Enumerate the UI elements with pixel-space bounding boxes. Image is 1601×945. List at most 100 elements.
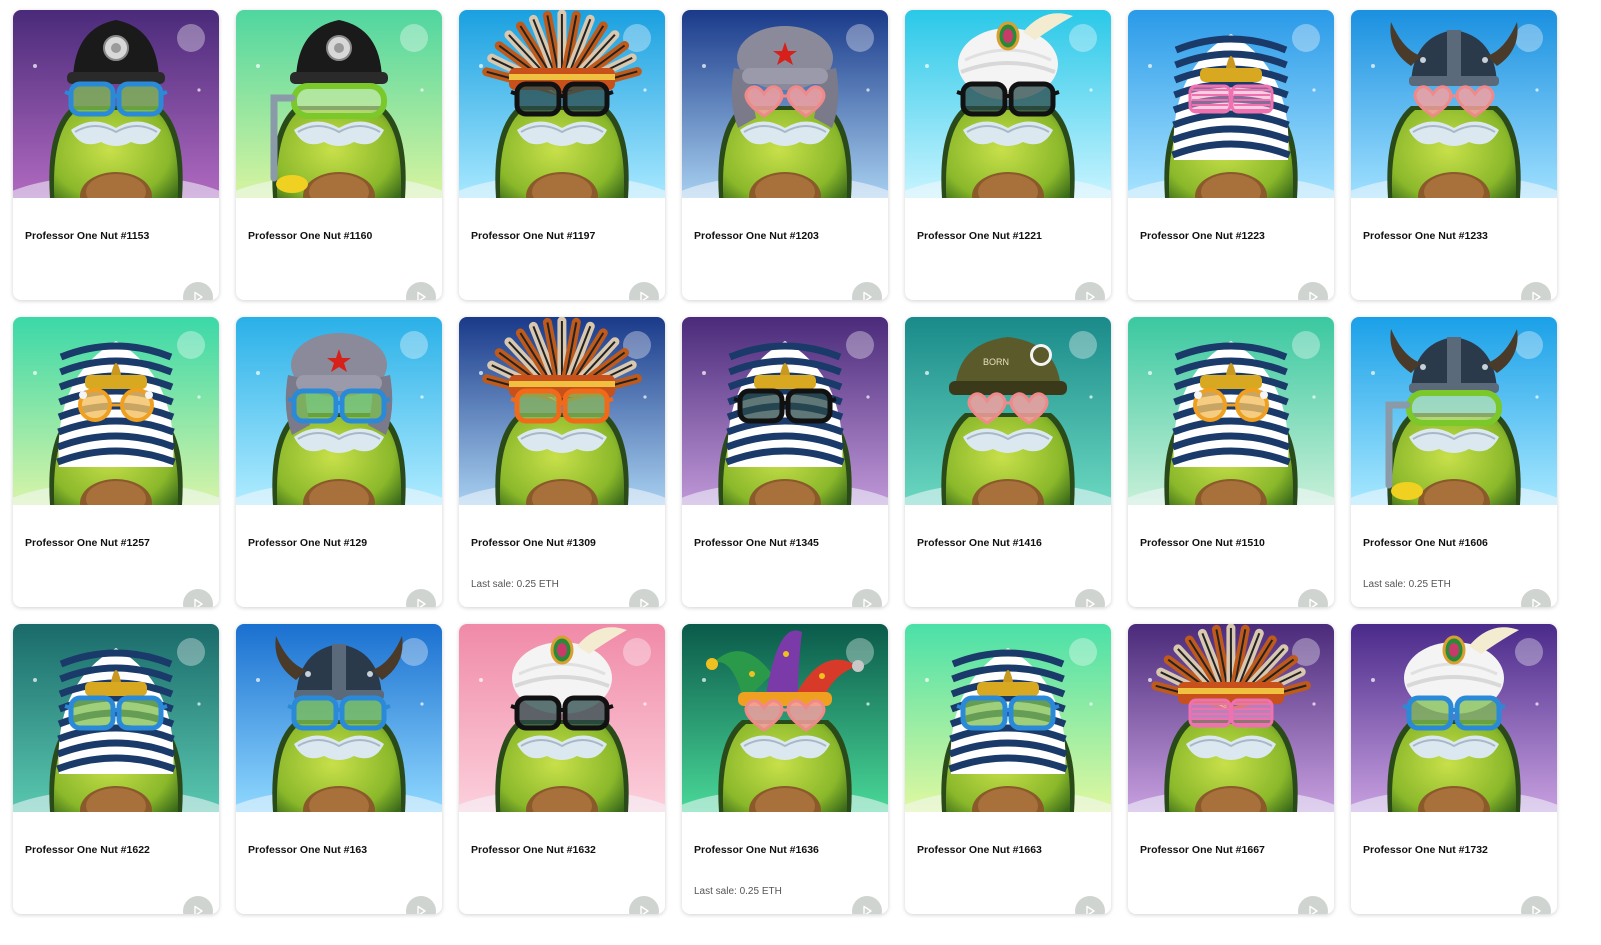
- nft-title[interactable]: Professor One Nut #1309: [471, 537, 596, 549]
- nft-title[interactable]: Professor One Nut #1203: [694, 230, 819, 242]
- nft-title[interactable]: Professor One Nut #1345: [694, 537, 819, 549]
- nft-image[interactable]: [236, 624, 442, 812]
- nft-card[interactable]: Professor One Nut #1636 Last sale: 0.25 E…: [682, 624, 888, 914]
- nft-image[interactable]: [13, 10, 219, 198]
- nft-card[interactable]: Professor One Nut #1632: [459, 624, 665, 914]
- play-button[interactable]: [406, 589, 436, 607]
- nft-title[interactable]: Professor One Nut #1622: [25, 844, 150, 856]
- nft-card[interactable]: Professor One Nut #129: [236, 317, 442, 607]
- play-button[interactable]: [183, 589, 213, 607]
- play-button[interactable]: [1075, 589, 1105, 607]
- play-button[interactable]: [852, 896, 882, 914]
- nft-card[interactable]: Professor One Nut #1667: [1128, 624, 1334, 914]
- nft-title[interactable]: Professor One Nut #1667: [1140, 844, 1265, 856]
- nft-card[interactable]: Professor One Nut #1160: [236, 10, 442, 300]
- play-icon: [640, 905, 649, 914]
- nft-image[interactable]: [1128, 10, 1334, 198]
- nft-image[interactable]: [1351, 624, 1557, 812]
- nft-card[interactable]: Professor One Nut #1197: [459, 10, 665, 300]
- nft-card[interactable]: Professor One Nut #1606 Last sale: 0.25 E…: [1351, 317, 1557, 607]
- nft-card[interactable]: Professor One Nut #1203: [682, 10, 888, 300]
- nft-image[interactable]: [459, 624, 665, 812]
- nft-card[interactable]: Professor One Nut #1221: [905, 10, 1111, 300]
- play-button[interactable]: [629, 589, 659, 607]
- play-button[interactable]: [1298, 282, 1328, 300]
- play-button[interactable]: [406, 282, 436, 300]
- nft-title[interactable]: Professor One Nut #1606: [1363, 537, 1488, 549]
- nft-image[interactable]: [682, 624, 888, 812]
- nft-title[interactable]: Professor One Nut #1510: [1140, 537, 1265, 549]
- nft-card[interactable]: Professor One Nut #1663: [905, 624, 1111, 914]
- nft-title[interactable]: Professor One Nut #1732: [1363, 844, 1488, 856]
- play-button[interactable]: [1075, 282, 1105, 300]
- nft-card[interactable]: Professor One Nut #1622: [13, 624, 219, 914]
- nft-image[interactable]: [905, 10, 1111, 198]
- play-icon: [1309, 291, 1318, 300]
- nft-title[interactable]: Professor One Nut #1257: [25, 537, 150, 549]
- nft-image[interactable]: [236, 10, 442, 198]
- nft-image[interactable]: [13, 317, 219, 505]
- play-icon: [1532, 291, 1541, 300]
- nft-title[interactable]: Professor One Nut #1632: [471, 844, 596, 856]
- play-icon: [194, 905, 203, 914]
- nft-card[interactable]: Professor One Nut #1153: [13, 10, 219, 300]
- nft-title[interactable]: Professor One Nut #1221: [917, 230, 1042, 242]
- nft-image[interactable]: [1351, 10, 1557, 198]
- nft-card[interactable]: Professor One Nut #1223: [1128, 10, 1334, 300]
- play-button[interactable]: [406, 896, 436, 914]
- nft-card[interactable]: Professor One Nut #163: [236, 624, 442, 914]
- nft-card[interactable]: Professor One Nut #1309 Last sale: 0.25 E…: [459, 317, 665, 607]
- nft-title[interactable]: Professor One Nut #163: [248, 844, 367, 856]
- nft-title[interactable]: Professor One Nut #1233: [1363, 230, 1488, 242]
- play-button[interactable]: [1521, 896, 1551, 914]
- play-icon: [1532, 598, 1541, 607]
- play-button[interactable]: [1521, 282, 1551, 300]
- play-button[interactable]: [629, 896, 659, 914]
- play-button[interactable]: [629, 282, 659, 300]
- nft-image[interactable]: [236, 317, 442, 505]
- nft-card[interactable]: Professor One Nut #1510: [1128, 317, 1334, 607]
- nft-image[interactable]: [13, 624, 219, 812]
- nft-card[interactable]: Professor One Nut #1732: [1351, 624, 1557, 914]
- play-button[interactable]: [1075, 896, 1105, 914]
- nft-image[interactable]: [1128, 317, 1334, 505]
- play-icon: [1086, 598, 1095, 607]
- play-icon: [417, 598, 426, 607]
- nft-title[interactable]: Professor One Nut #1223: [1140, 230, 1265, 242]
- nft-image[interactable]: BORN: [905, 317, 1111, 505]
- nft-title[interactable]: Professor One Nut #1663: [917, 844, 1042, 856]
- play-icon: [417, 291, 426, 300]
- nft-title[interactable]: Professor One Nut #1160: [248, 230, 372, 242]
- nft-image[interactable]: [682, 317, 888, 505]
- last-sale-label: Last sale: 0.25 ETH: [694, 886, 782, 897]
- nft-image[interactable]: [682, 10, 888, 198]
- play-button[interactable]: [1298, 589, 1328, 607]
- play-icon: [417, 905, 426, 914]
- nft-title[interactable]: Professor One Nut #1153: [25, 230, 149, 242]
- play-icon: [1309, 598, 1318, 607]
- nft-card[interactable]: Professor One Nut #1233: [1351, 10, 1557, 300]
- nft-card[interactable]: BORN Professor One Nut #1416: [905, 317, 1111, 607]
- play-icon: [1309, 905, 1318, 914]
- nft-image[interactable]: [1351, 317, 1557, 505]
- play-icon: [640, 598, 649, 607]
- play-button[interactable]: [183, 896, 213, 914]
- play-icon: [1086, 291, 1095, 300]
- play-icon: [194, 598, 203, 607]
- nft-image[interactable]: [459, 10, 665, 198]
- nft-title[interactable]: Professor One Nut #1636: [694, 844, 819, 856]
- play-button[interactable]: [852, 282, 882, 300]
- nft-image[interactable]: [905, 624, 1111, 812]
- nft-card[interactable]: Professor One Nut #1345: [682, 317, 888, 607]
- play-icon: [1086, 905, 1095, 914]
- nft-title[interactable]: Professor One Nut #1416: [917, 537, 1042, 549]
- nft-image[interactable]: [459, 317, 665, 505]
- play-button[interactable]: [1298, 896, 1328, 914]
- play-button[interactable]: [1521, 589, 1551, 607]
- nft-image[interactable]: [1128, 624, 1334, 812]
- play-button[interactable]: [183, 282, 213, 300]
- play-button[interactable]: [852, 589, 882, 607]
- nft-title[interactable]: Professor One Nut #1197: [471, 230, 595, 242]
- nft-card[interactable]: Professor One Nut #1257: [13, 317, 219, 607]
- nft-title[interactable]: Professor One Nut #129: [248, 537, 367, 549]
